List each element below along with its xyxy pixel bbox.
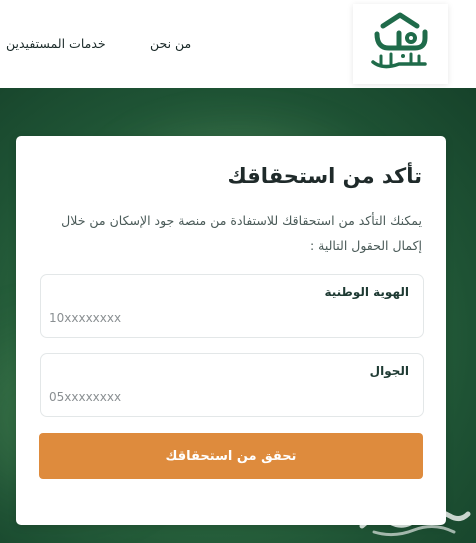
nav-link-beneficiary-services[interactable]: خدمات المستفيدين [6,36,106,51]
top-navigation-bar: من نحن خدمات المستفيدين [0,0,476,89]
mobile-field[interactable]: الجوال [40,353,424,417]
mobile-label: الجوال [369,364,409,378]
national-id-label: الهوية الوطنية [324,285,409,299]
national-id-input[interactable] [49,307,411,329]
mobile-input[interactable] [49,386,411,408]
jood-eskan-logo[interactable] [353,4,448,84]
card-description: يمكنك التأكد من استحقاقك للاستفادة من من… [61,213,422,253]
nav-link-about-us[interactable]: من نحن [150,36,191,51]
house-roof-logo-icon [371,12,428,69]
check-eligibility-button[interactable]: تحقق من استحقاقك [39,433,423,479]
card-title: تأكد من استحقاقك [227,164,423,188]
eligibility-check-card: تأكد من استحقاقك يمكنك التأكد من استحقاق… [16,136,446,525]
national-id-field[interactable]: الهوية الوطنية [40,274,424,338]
watermark-logo-icon [359,509,471,537]
